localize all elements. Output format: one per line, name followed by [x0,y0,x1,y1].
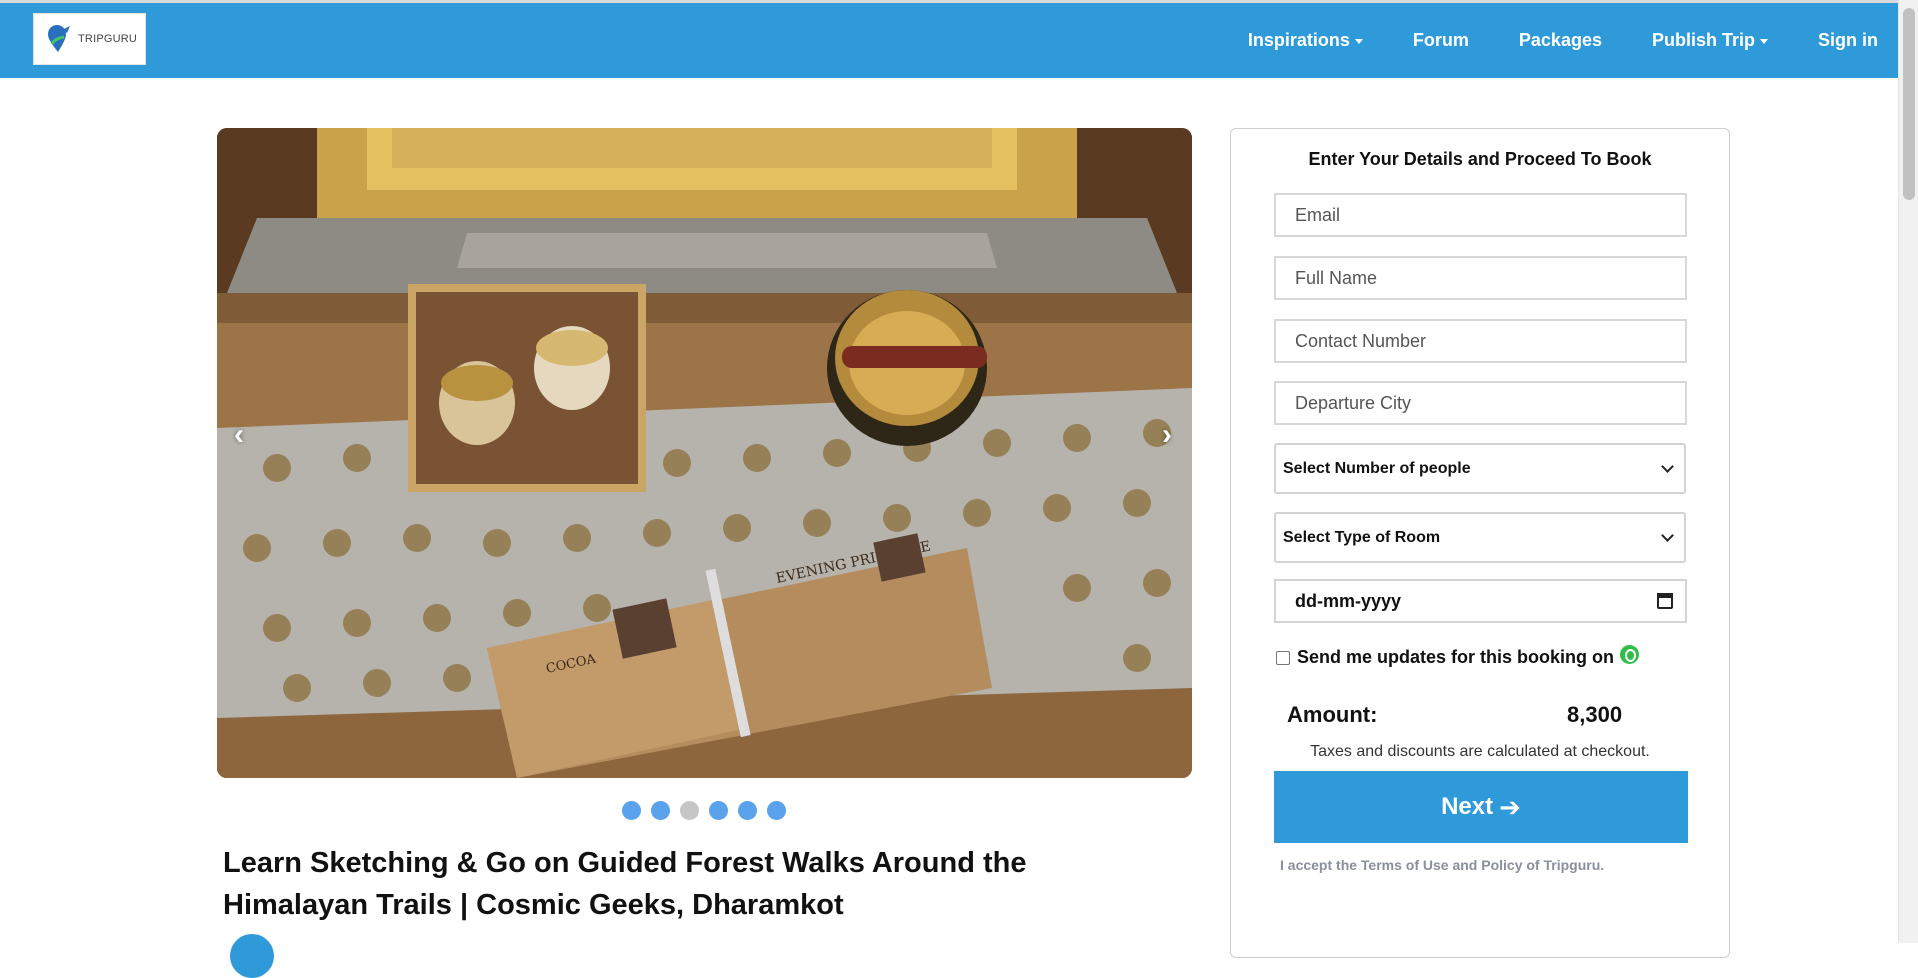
amount-value: 8,300 [1567,702,1623,727]
full-name-field[interactable]: Full Name [1274,256,1687,300]
carousel-dot-1[interactable] [622,801,641,820]
nav-inspirations-label: Inspirations [1247,30,1350,50]
carousel-dot-3-active[interactable] [680,801,699,820]
image-carousel[interactable]: EVENING PRIMROSE COCOA ‹ › [217,128,1192,778]
nav-publish-trip-label: Publish Trip [1651,30,1755,50]
calendar-icon[interactable] [1657,593,1673,609]
tax-note: Taxes and discounts are calculated at ch… [1310,743,1650,760]
contact-number-field[interactable]: Contact Number [1274,319,1687,363]
carousel-dot-2[interactable] [651,801,670,820]
people-select-label: Select Number of people [1283,459,1471,477]
nav-links: Inspirations Forum Packages Publish Trip… [1198,3,1878,78]
carousel-next-arrow[interactable]: › [1162,418,1172,452]
date-placeholder: dd-mm-yyyy [1295,590,1402,611]
email-field[interactable]: Email [1274,193,1687,237]
chevron-down-icon [1661,459,1674,473]
carousel-prev-arrow[interactable]: ‹ [234,418,244,452]
terms-text[interactable]: I accept the Terms of Use and Policy of … [1280,857,1604,873]
logo-text: TRIPGURU [78,33,138,45]
room-type-select[interactable]: Select Type of Room [1274,512,1686,563]
caret-down-icon [1760,39,1768,44]
next-button-label: Next [1441,793,1494,820]
page-scrollbar[interactable] [1898,0,1918,943]
listing-title: Learn Sketching & Go on Guided Forest Wa… [223,847,1027,921]
carousel-photo: EVENING PRIMROSE COCOA [217,128,1192,778]
arrow-right-icon: ➔ [1499,791,1521,822]
nav-packages-label: Packages [1518,30,1602,50]
carousel-dot-6[interactable] [767,801,786,820]
carousel-dot-5[interactable] [738,801,757,820]
booking-panel: Enter Your Details and Proceed To Book E… [1230,128,1730,958]
whatsapp-updates-row: Send me updates for this booking on [1276,645,1640,668]
nav-publish-trip[interactable]: Publish Trip [1652,30,1768,51]
carousel-dots [622,801,796,820]
scrollbar-thumb[interactable] [1903,8,1915,200]
number-of-people-select[interactable]: Select Number of people [1274,443,1686,494]
amount-label: Amount: [1287,702,1378,727]
nav-sign-in[interactable]: Sign in [1818,30,1878,51]
next-button[interactable]: Next ➔ [1274,771,1688,843]
nav-sign-in-label: Sign in [1818,30,1878,50]
site-logo[interactable]: TRIPGURU [33,13,146,65]
nav-packages[interactable]: Packages [1519,30,1602,51]
nav-forum-label: Forum [1412,30,1469,50]
avatar [230,934,274,978]
carousel-dot-4[interactable] [709,801,728,820]
booking-heading: Enter Your Details and Proceed To Book [1308,149,1652,169]
top-navbar: TRIPGURU Inspirations Forum Packages Pub… [0,0,1898,78]
departure-city-field[interactable]: Departure City [1274,381,1687,425]
travel-date-input[interactable]: dd-mm-yyyy [1274,579,1687,623]
whatsapp-updates-checkbox[interactable] [1276,650,1290,665]
caret-down-icon [1354,39,1363,44]
nav-forum[interactable]: Forum [1413,30,1469,51]
room-select-label: Select Type of Room [1283,528,1441,546]
whatsapp-icon [1620,645,1640,664]
nav-inspirations[interactable]: Inspirations [1248,30,1363,51]
chevron-down-icon [1661,528,1674,542]
whatsapp-updates-label: Send me updates for this booking on [1297,647,1615,667]
logo-pin-icon [46,24,72,54]
